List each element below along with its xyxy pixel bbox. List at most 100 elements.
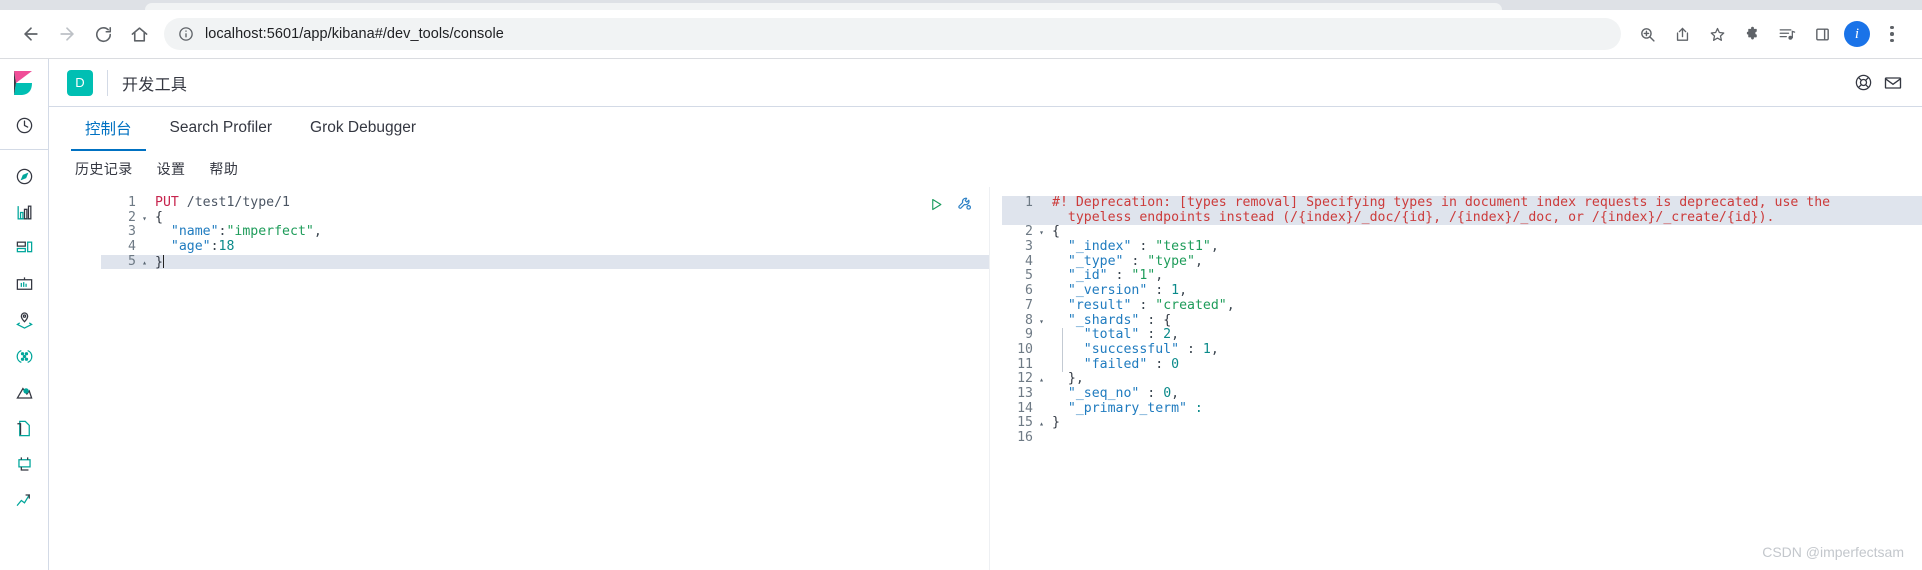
- request-editor[interactable]: 1 2 ▾ 3 4 5 ▴ PUT /test1/type/1 { "name":"imper…: [101, 187, 989, 570]
- response-gutter[interactable]: 1 2 ▾ 3 4 5 6 7 8 ▾ 9 10 11 12 ▴ 13 14 15 ▴ 16: [1002, 187, 1046, 570]
- reload-icon[interactable]: [86, 17, 120, 51]
- code-token: ,: [1155, 268, 1164, 284]
- code-token: :: [1131, 239, 1156, 255]
- sidebar-item-maps[interactable]: [0, 302, 48, 338]
- watermark: CSDN @imperfectsam: [1762, 544, 1904, 560]
- sidebar-item-logs[interactable]: [0, 410, 48, 446]
- sidebar-item-visualize[interactable]: [0, 194, 48, 230]
- address-bar[interactable]: localhost:5601/app/kibana#/dev_tools/con…: [164, 18, 1621, 50]
- line-number: 9: [1025, 327, 1033, 343]
- code-line: {: [1052, 225, 1922, 240]
- request-code[interactable]: PUT /test1/type/1 { "name":"imperfect", "…: [149, 187, 989, 570]
- code-fold-toggle-icon[interactable]: ▴: [1039, 373, 1044, 386]
- code-token: "created": [1155, 297, 1227, 313]
- code-line: "_index" : "test1",: [1052, 239, 1922, 255]
- code-token: 1: [1202, 341, 1211, 357]
- line-number: 13: [1017, 385, 1033, 401]
- code-fold-toggle-icon[interactable]: ▾: [142, 212, 147, 225]
- code-token: :: [1123, 253, 1148, 269]
- code-token: 18: [218, 239, 235, 255]
- kibana-logo[interactable]: [0, 59, 48, 107]
- line-number: 1: [128, 195, 136, 210]
- code-line: "failed" : 0: [1052, 356, 1922, 373]
- code-line: "age":18: [155, 239, 989, 255]
- home-icon[interactable]: [122, 17, 156, 51]
- response-code[interactable]: #! Deprecation: [types removal] Specifyi…: [1046, 187, 1922, 570]
- sidebar-item-uptime[interactable]: [0, 482, 48, 518]
- code-fold-toggle-icon[interactable]: ▴: [1039, 417, 1044, 430]
- code-fold-toggle-icon[interactable]: ▾: [1039, 315, 1044, 328]
- code-token: "_id": [1067, 268, 1108, 284]
- tab-search-profiler[interactable]: Search Profiler: [156, 107, 287, 151]
- kibana-header: D 开发工具: [49, 59, 1922, 107]
- line-number: 8 ▾: [1025, 312, 1044, 328]
- console-menu-history[interactable]: 历史记录: [75, 159, 133, 179]
- code-line: "_id" : "1",: [1052, 269, 1922, 284]
- tab-grok-debugger[interactable]: Grok Debugger: [296, 107, 430, 151]
- code-token: 1: [1171, 283, 1180, 299]
- code-token: {: [155, 209, 163, 225]
- forward-icon[interactable]: [50, 17, 84, 51]
- kibana-nav-rail: [0, 59, 49, 570]
- sidebar-item-canvas[interactable]: [0, 266, 48, 302]
- code-token: ,: [313, 224, 322, 240]
- line-number: 1: [1002, 195, 1046, 211]
- code-token: "failed": [1083, 356, 1148, 372]
- space-badge[interactable]: D: [67, 69, 93, 96]
- request-gutter[interactable]: 1 2 ▾ 3 4 5 ▴: [101, 187, 149, 570]
- profile-avatar[interactable]: i: [1841, 18, 1873, 50]
- help-lifebuoy-icon[interactable]: [1848, 68, 1878, 98]
- code-token: :: [1147, 356, 1172, 372]
- code-line: "name":"imperfect",: [155, 225, 989, 240]
- side-panel-icon[interactable]: [1806, 18, 1838, 50]
- back-icon[interactable]: [14, 17, 48, 51]
- zoom-icon[interactable]: [1631, 18, 1663, 50]
- url-text: localhost:5601/app/kibana#/dev_tools/con…: [205, 26, 504, 42]
- browser-toolbar: localhost:5601/app/kibana#/dev_tools/con…: [0, 10, 1922, 59]
- line-number: 4: [128, 239, 136, 255]
- console-menu-help[interactable]: 帮助: [209, 159, 238, 179]
- response-editor[interactable]: 1 2 ▾ 3 4 5 6 7 8 ▾ 9 10 11 12 ▴ 13 14 15 ▴ 16 #! Deprecati…: [1002, 187, 1922, 570]
- browser-menu-icon[interactable]: [1876, 18, 1908, 50]
- indent-guide: [1062, 328, 1063, 373]
- sidebar-item-recently-viewed[interactable]: [0, 107, 48, 143]
- code-token: /test1/type/1: [178, 195, 290, 210]
- code-token: 0: [1171, 356, 1180, 372]
- code-line: typeless endpoints instead (/{index}/_do…: [1046, 210, 1922, 226]
- code-token: "total": [1083, 327, 1140, 343]
- share-icon[interactable]: [1666, 18, 1698, 50]
- code-token: ,: [1179, 283, 1188, 299]
- extensions-puzzle-icon[interactable]: [1736, 18, 1768, 50]
- code-token: ,: [1210, 239, 1219, 255]
- send-request-play-icon[interactable]: [929, 197, 944, 217]
- code-token: :: [1179, 341, 1203, 357]
- kibana-main: D 开发工具 控制台 Search Profiler Grok Debugger: [49, 59, 1922, 570]
- code-fold-toggle-icon[interactable]: ▾: [1039, 226, 1044, 239]
- browser-tab[interactable]: [145, 3, 1502, 10]
- sidebar-item-infrastructure[interactable]: [0, 374, 48, 410]
- sidebar-item-apm[interactable]: [0, 446, 48, 482]
- request-wrench-icon[interactable]: [957, 196, 973, 217]
- code-fold-toggle-icon[interactable]: ▴: [142, 256, 147, 269]
- bookmark-star-icon[interactable]: [1701, 18, 1733, 50]
- code-token: ,: [1075, 371, 1084, 387]
- request-action-buttons: [929, 196, 973, 217]
- browser-tab-strip[interactable]: [0, 0, 1922, 10]
- sidebar-item-discover[interactable]: [0, 158, 48, 194]
- tab-console[interactable]: 控制台: [71, 107, 146, 151]
- code-token: PUT: [155, 195, 179, 210]
- console-menu-settings[interactable]: 设置: [157, 159, 186, 179]
- code-token: ,: [1194, 253, 1203, 269]
- code-line: "total" : 2,: [1052, 327, 1922, 343]
- sidebar-item-dashboard[interactable]: [0, 230, 48, 266]
- site-info-icon[interactable]: [178, 26, 194, 42]
- console-menu-bar: 历史记录 设置 帮助: [49, 151, 1922, 187]
- media-list-icon[interactable]: [1771, 18, 1803, 50]
- line-number: 10: [1017, 341, 1033, 357]
- editor-split-handle[interactable]: [989, 187, 1002, 570]
- newsfeed-mail-icon[interactable]: [1878, 68, 1908, 98]
- sidebar-item-machine-learning[interactable]: [0, 338, 48, 374]
